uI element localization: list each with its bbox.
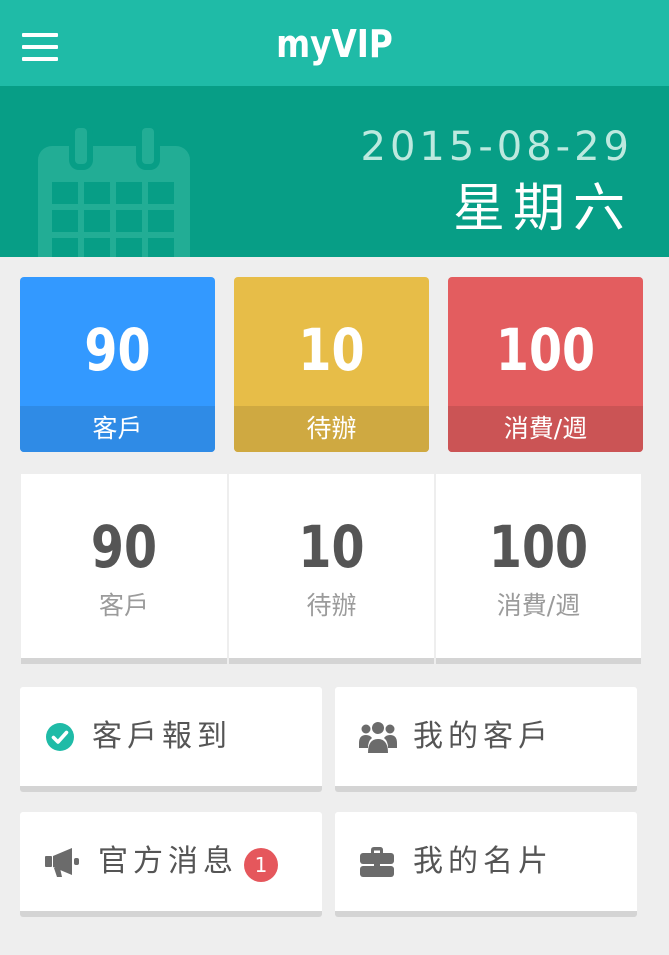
current-weekday: 星期六 [452, 179, 633, 239]
tile-spending-value: 100 [495, 316, 596, 384]
official-news-button[interactable]: 官方消息 1 [20, 812, 322, 917]
app-title: myVIP [276, 22, 393, 66]
tile-customers-value: 90 [84, 316, 151, 384]
customer-checkin-label: 客戶報到 [92, 719, 232, 754]
stat-spending-label: 消費/週 [496, 591, 581, 620]
stat-todo[interactable]: 10 待辦 [229, 474, 434, 664]
tile-customers-label: 客戶 [20, 406, 215, 452]
check-circle-icon [46, 687, 74, 786]
megaphone-icon [45, 812, 79, 911]
tile-todo-value: 10 [298, 316, 365, 384]
date-banner: 2015-08-29 星期六 [0, 86, 669, 257]
users-icon [359, 687, 397, 786]
tile-customers[interactable]: 90 客戶 [20, 277, 215, 452]
official-news-label: 官方消息 [98, 844, 238, 879]
current-date: 2015-08-29 [360, 124, 633, 170]
tile-todo-label: 待辦 [234, 406, 429, 452]
my-customers-label: 我的客戶 [413, 719, 553, 754]
tile-todo[interactable]: 10 待辦 [234, 277, 429, 452]
stat-todo-label: 待辦 [306, 591, 357, 620]
unread-count-badge: 1 [244, 848, 278, 882]
customer-checkin-button[interactable]: 客戶報到 [20, 687, 322, 792]
stat-spending-value: 100 [488, 513, 589, 581]
briefcase-icon [360, 812, 394, 911]
stats-panel: 90 客戶 10 待辦 100 消費/週 [21, 474, 641, 664]
my-business-card-label: 我的名片 [413, 844, 553, 879]
calendar-icon [38, 124, 190, 257]
stat-todo-value: 10 [298, 513, 365, 581]
my-customers-button[interactable]: 我的客戶 [335, 687, 637, 792]
tile-spending[interactable]: 100 消費/週 [448, 277, 643, 452]
tile-spending-label: 消費/週 [448, 406, 643, 452]
top-app-bar: myVIP [0, 0, 669, 86]
my-business-card-button[interactable]: 我的名片 [335, 812, 637, 917]
stat-spending[interactable]: 100 消費/週 [436, 474, 641, 664]
stat-customers[interactable]: 90 客戶 [21, 474, 227, 664]
stat-customers-label: 客戶 [98, 591, 149, 620]
stat-customers-value: 90 [90, 513, 158, 581]
